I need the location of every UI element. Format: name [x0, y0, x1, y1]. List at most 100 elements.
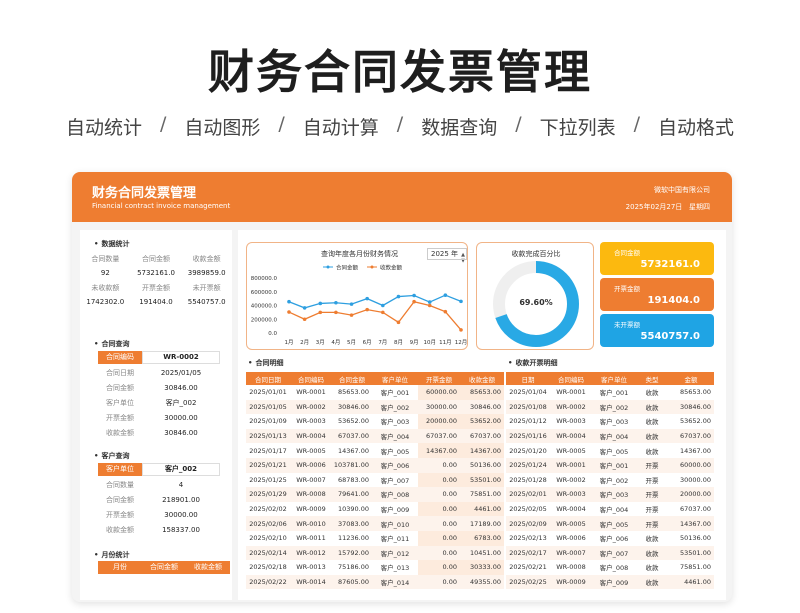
contract-code-select[interactable]: WR-0002 — [142, 351, 220, 364]
stat-label: 未开票额 — [192, 284, 221, 292]
table-row[interactable]: 2025/01/25 WR-0007 68783.00 客户_007 0.00 53501… — [246, 472, 504, 488]
table-cell: 2025/02/21 — [509, 563, 547, 572]
table-row[interactable]: 2025/02/01 WR-0003 客户_003 开票 20000.00 — [506, 487, 714, 502]
table-cell: WR-0005 — [550, 516, 592, 531]
table-cell: 50136.00 — [460, 457, 504, 473]
query-result-row: 收款金额 30846.00 — [98, 425, 220, 440]
table-cell: 2025/01/16 — [506, 428, 550, 444]
table-row[interactable]: 2025/02/14 WR-0012 15792.00 客户_012 0.00 10451… — [246, 545, 504, 561]
table-row[interactable]: 2025/01/12 WR-0003 客户_003 收款 53652.00 — [506, 414, 714, 429]
y-tick-label: 600000.0 — [251, 290, 278, 296]
contracts-table: 合同日期 合同编码 合同金额 客户单位 开票金额 收款金额 2025/01/01 WR-00… — [246, 372, 504, 590]
table-cell: 开票 — [645, 506, 659, 515]
table-row[interactable]: 2025/02/22 WR-0014 87605.00 客户_014 0.00 49355… — [246, 574, 504, 590]
table-cell: 收款 — [645, 535, 659, 544]
table-cell: 客户_009 — [380, 506, 410, 515]
feature-item: 自动格式 — [658, 117, 735, 139]
table-cell: 14367.00 — [679, 446, 711, 455]
table-row[interactable]: 2025/02/06 WR-0010 37083.00 客户_010 0.00 17189… — [246, 516, 504, 531]
table-cell: WR-0001 — [296, 388, 326, 397]
table-row[interactable]: 2025/01/20 WR-0005 客户_005 收款 14367.00 — [506, 443, 714, 458]
series-point — [318, 301, 323, 306]
weekday-text: 星期四 — [689, 203, 710, 211]
query-field-label: 收款金额 — [106, 428, 134, 437]
table-header-cell: 客户单位 — [592, 372, 636, 385]
table-row[interactable]: 2025/01/01 WR-0001 85653.00 客户_001 60000.00 8… — [246, 385, 504, 400]
table-row[interactable]: 2025/02/17 WR-0007 客户_007 收款 53501.00 — [506, 545, 714, 561]
table-row[interactable]: 2025/02/25 WR-0009 客户_009 收款 4461.00 — [506, 574, 714, 590]
table-cell: 2025/01/29 — [246, 487, 290, 502]
customer-label: 客户单位 — [98, 463, 142, 476]
table-header-cell: 合同日期 — [246, 372, 290, 385]
monthly-header-cell: 合同金额 — [150, 563, 178, 571]
query-field-label: 合同金额 — [106, 495, 134, 504]
table-cell: 客户_004 — [372, 428, 418, 444]
table-cell: 17189.00 — [460, 516, 504, 531]
query-result-row: 合同日期 2025/01/05 — [98, 365, 220, 380]
table-cell: WR-0007 — [550, 545, 592, 561]
table-row[interactable]: 2025/01/09 WR-0003 53652.00 客户_003 20000.00 5… — [246, 414, 504, 429]
table-cell: 2025/02/09 — [506, 516, 550, 531]
table-row[interactable]: 2025/01/29 WR-0008 79641.00 客户_008 0.00 75851… — [246, 487, 504, 502]
table-row[interactable]: 2025/02/10 WR-0011 11236.00 客户_011 0.00 6783.… — [246, 530, 504, 546]
table-row[interactable]: 2025/01/28 WR-0002 客户_002 开票 30000.00 — [506, 473, 714, 488]
table-cell: 15792.00 — [332, 545, 372, 561]
table-row[interactable]: 2025/02/02 WR-0009 10390.00 客户_009 0.00 4461.… — [246, 501, 504, 517]
x-tick-label: 2月 — [300, 339, 309, 346]
table-row[interactable]: 2025/01/24 WR-0001 客户_001 开票 60000.00 — [506, 457, 714, 473]
table-row[interactable]: 2025/02/13 WR-0006 客户_006 收款 50136.00 — [506, 531, 714, 546]
table-cell: 收款 — [645, 418, 659, 427]
table-cell: WR-0004 — [550, 428, 592, 444]
legend-marker — [326, 265, 330, 269]
table-cell: 2025/01/09 — [249, 417, 287, 426]
query-result-row: 客户单位 客户_002 — [98, 395, 220, 410]
table-cell: WR-0002 — [556, 475, 586, 484]
table-row[interactable]: 2025/02/18 WR-0013 75186.00 客户_013 0.00 30333… — [246, 560, 504, 575]
series-point — [349, 313, 354, 317]
table-row[interactable]: 2025/01/08 WR-0002 客户_002 收款 30846.00 — [506, 399, 714, 415]
table-cell: WR-0012 — [290, 545, 332, 561]
y-tick-label: 200000.0 — [251, 317, 278, 323]
customer-select[interactable]: 客户_002 — [142, 463, 220, 476]
table-cell: 客户_002 — [592, 399, 636, 415]
table-cell: 收款 — [636, 574, 668, 590]
dashboard-subtitle: Financial contract invoice management — [92, 202, 231, 210]
card-value: 191404.0 — [647, 295, 700, 306]
stat-label: 开票金额 — [141, 284, 170, 292]
table-cell: 客户_008 — [372, 487, 418, 502]
series-point — [349, 302, 354, 306]
table-cell: 2025/01/12 — [509, 417, 547, 426]
table-cell: 2025/01/13 — [246, 428, 290, 444]
table-row[interactable]: 2025/01/04 WR-0001 客户_001 收款 85653.00 — [506, 385, 714, 400]
series-point — [427, 300, 432, 304]
table-cell: WR-0009 — [550, 574, 592, 590]
stat-label: 未收款额 — [91, 284, 120, 292]
table-cell: 6783.00 — [460, 530, 504, 546]
table-cell: 收款 — [636, 545, 668, 561]
table-cell: 79641.00 — [332, 487, 372, 502]
table-cell: 开票 — [645, 476, 659, 485]
table-row[interactable]: 2025/01/16 WR-0004 客户_004 收款 67037.00 — [506, 428, 714, 444]
table-row[interactable]: 2025/02/05 WR-0004 客户_004 开票 67037.00 — [506, 502, 714, 517]
table-row[interactable]: 2025/01/13 WR-0004 67037.00 客户_004 67037.00 6… — [246, 428, 504, 444]
table-row[interactable]: 2025/01/05 WR-0002 30846.00 客户_002 30000.00 3… — [246, 399, 504, 415]
table-cell: 2025/02/05 — [509, 505, 547, 514]
table-row[interactable]: 2025/02/21 WR-0008 客户_008 收款 75851.00 — [506, 560, 714, 575]
table-cell: 10390.00 — [337, 505, 369, 514]
company-name: 微软中国有限公司 — [654, 186, 710, 194]
stat-value: 3989859.0 — [187, 269, 226, 277]
feature-list: 自动统计 / 自动图形 / 自动计算 / 数据查询 / 下拉列表 / 自动格式 — [0, 113, 800, 140]
table-row[interactable]: 2025/01/17 WR-0005 14367.00 客户_005 14367.00 1… — [246, 443, 504, 458]
table-row[interactable]: 2025/01/21 WR-0006 103781.00 客户_006 0.00 5013… — [246, 457, 504, 473]
series-point — [365, 296, 369, 301]
x-tick-label: 3月 — [316, 339, 325, 346]
table-cell: WR-0002 — [290, 399, 332, 415]
stat-value: 92 — [100, 269, 110, 277]
table-row[interactable]: 2025/02/09 WR-0005 客户_005 开票 14367.00 — [506, 516, 714, 531]
table-cell: 85653.00 — [460, 385, 504, 400]
table-header-cell: 日期 — [506, 372, 550, 385]
year-spinner[interactable]: 2025 年 — [427, 248, 467, 260]
query-field-label: 收款金额 — [106, 525, 134, 534]
table-cell: 客户_003 — [380, 418, 410, 427]
monthly-header-cell: 月份 — [113, 563, 127, 571]
